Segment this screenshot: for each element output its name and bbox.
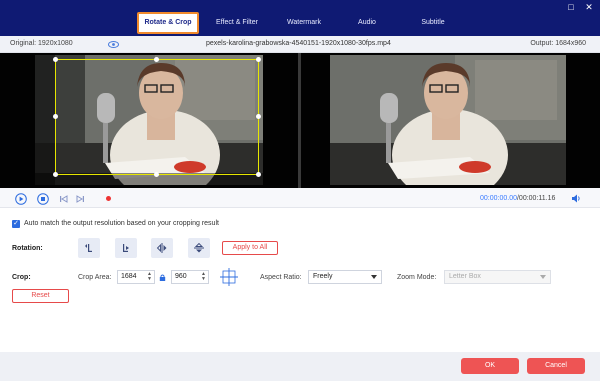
play-icon[interactable] — [15, 193, 27, 205]
tab-subtitle[interactable]: Subtitle — [407, 15, 459, 31]
tab-effect-filter[interactable]: Effect & Filter — [206, 15, 268, 31]
crop-handle-bottom-right[interactable] — [256, 172, 261, 177]
ok-button[interactable]: OK — [461, 358, 519, 374]
aspect-ratio-dropdown-icon — [371, 275, 377, 279]
volume-icon[interactable] — [571, 194, 581, 203]
crop-width-value: 1684 — [121, 273, 137, 280]
crop-handle-left[interactable] — [53, 114, 58, 119]
cancel-button[interactable]: Cancel — [527, 358, 585, 374]
output-resolution: Output: 1684x960 — [530, 40, 586, 47]
file-name: pexels-karolina-grabowska-4540151-1920x1… — [206, 40, 391, 47]
crop-handle-top[interactable] — [154, 57, 159, 62]
lock-icon[interactable] — [159, 274, 166, 281]
crop-height-spinner-icon[interactable]: ▲ ▼ — [201, 272, 206, 282]
crop-width-input[interactable]: 1684 ▲ ▼ — [117, 270, 155, 284]
apply-to-all-button[interactable]: Apply to All — [222, 241, 278, 255]
crop-handle-top-left[interactable] — [53, 57, 58, 62]
info-bar: Original: 1920x1080 pexels-karolina-grab… — [0, 36, 600, 53]
output-frame-image — [330, 55, 566, 185]
crop-area-label: Crop Area: — [78, 274, 112, 281]
output-preview-pane — [301, 53, 600, 188]
eye-icon[interactable] — [108, 41, 119, 48]
zoom-mode-dropdown-icon — [540, 275, 546, 279]
preview-area — [0, 53, 600, 188]
flip-horizontal-icon — [156, 243, 167, 253]
rotate-right-button[interactable] — [115, 238, 137, 258]
stop-icon[interactable] — [37, 193, 49, 205]
close-icon[interactable]: ✕ — [582, 0, 596, 14]
maximize-icon[interactable]: □ — [564, 0, 578, 14]
rotate-left-icon — [85, 244, 92, 252]
original-preview-pane — [0, 53, 298, 188]
crop-handle-right[interactable] — [256, 114, 261, 119]
zoom-mode-select: Letter Box — [444, 270, 551, 284]
crop-label: Crop: — [12, 274, 31, 281]
rotate-left-button[interactable] — [78, 238, 100, 258]
crop-width-spinner-icon[interactable]: ▲ ▼ — [147, 272, 152, 282]
tab-watermark[interactable]: Watermark — [275, 15, 333, 31]
auto-match-label: Auto match the output resolution based o… — [24, 220, 219, 227]
crop-height-input[interactable]: 960 ▲ ▼ — [171, 270, 209, 284]
flip-vertical-button[interactable] — [188, 238, 210, 258]
current-time: 00:00:00.00 — [480, 195, 517, 202]
rotation-label: Rotation: — [12, 245, 43, 252]
tab-rotate-crop[interactable]: Rotate & Crop — [137, 12, 199, 34]
aspect-ratio-label: Aspect Ratio: — [260, 274, 302, 281]
crop-rectangle[interactable] — [55, 59, 259, 175]
flip-vertical-icon — [194, 242, 204, 253]
crop-handle-bottom-left[interactable] — [53, 172, 58, 177]
crop-handle-top-right[interactable] — [256, 57, 261, 62]
previous-frame-icon[interactable] — [58, 193, 70, 205]
auto-match-checkbox[interactable]: ✓ — [12, 220, 20, 228]
zoom-mode-value: Letter Box — [449, 273, 481, 280]
crop-height-value: 960 — [175, 273, 187, 280]
rotate-right-icon — [123, 244, 129, 252]
aspect-ratio-value: Freely — [313, 273, 333, 280]
time-display: 00:00:00.00/00:00:11.16 — [480, 195, 555, 202]
center-crop-icon[interactable] — [220, 268, 238, 286]
aspect-ratio-select[interactable]: Freely — [308, 270, 382, 284]
total-time: /00:00:11.16 — [516, 195, 556, 202]
tab-audio[interactable]: Audio — [343, 15, 391, 31]
zoom-mode-label: Zoom Mode: — [397, 274, 437, 281]
reset-button[interactable]: Reset — [12, 289, 69, 303]
next-frame-icon[interactable] — [74, 193, 86, 205]
progress-handle[interactable] — [106, 196, 111, 201]
flip-horizontal-button[interactable] — [151, 238, 173, 258]
output-video-frame — [330, 55, 566, 185]
original-resolution: Original: 1920x1080 — [10, 40, 73, 47]
crop-handle-bottom[interactable] — [154, 172, 159, 177]
tab-bar: Rotate & Crop Effect & Filter Watermark … — [0, 0, 600, 36]
